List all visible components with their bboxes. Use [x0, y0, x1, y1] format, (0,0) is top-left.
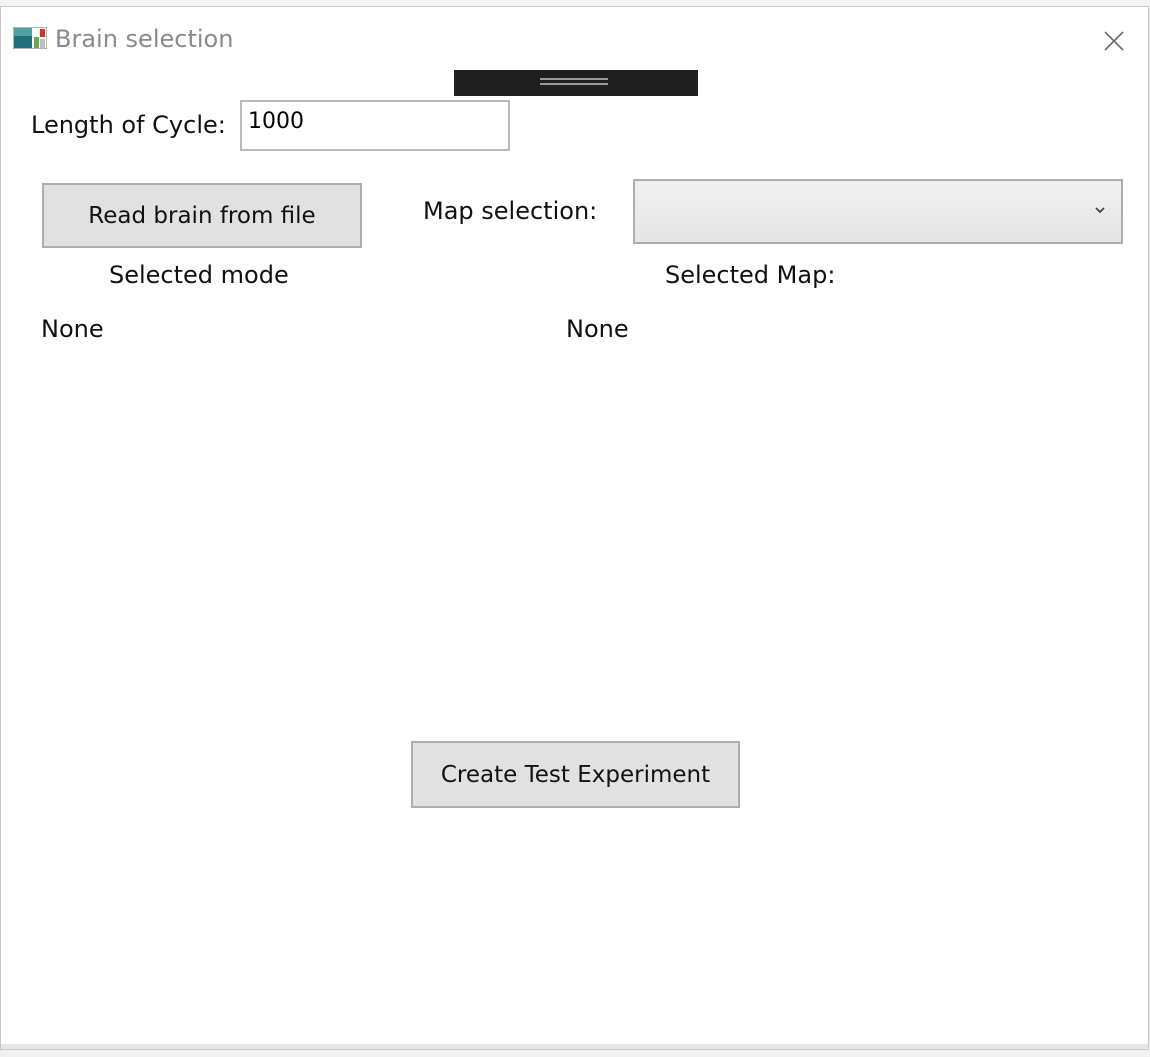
brain-selection-window: Brain selection Length of Cycle: Read br…: [0, 6, 1149, 1050]
map-selection-dropdown[interactable]: [633, 179, 1123, 244]
chevron-down-icon: [1095, 207, 1105, 214]
close-icon: [1104, 31, 1124, 51]
close-button[interactable]: [1094, 21, 1134, 61]
toolbar-handle[interactable]: [454, 70, 698, 96]
map-selection-label: Map selection:: [423, 197, 598, 225]
window-title: Brain selection: [55, 25, 234, 53]
cycle-length-input[interactable]: [240, 100, 510, 151]
selected-mode-value: None: [41, 315, 104, 343]
selected-mode-label: Selected mode: [109, 261, 289, 289]
window-bottom-border: [1, 1044, 1148, 1049]
title-bar[interactable]: Brain selection: [1, 7, 1148, 71]
read-brain-button[interactable]: Read brain from file: [42, 183, 362, 248]
app-icon: [12, 26, 48, 50]
create-test-experiment-button[interactable]: Create Test Experiment: [411, 741, 740, 808]
selected-map-label: Selected Map:: [665, 261, 836, 289]
selected-map-value: None: [566, 315, 629, 343]
grip-icon: [540, 78, 608, 85]
cycle-length-label: Length of Cycle:: [31, 111, 226, 139]
